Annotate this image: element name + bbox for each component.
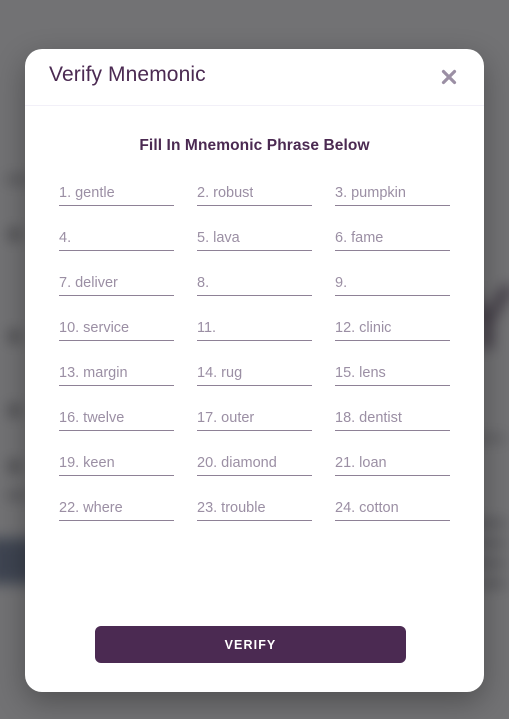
mnemonic-slot-text: 23. trouble — [197, 500, 266, 516]
mnemonic-slot-text: 20. diamond — [197, 455, 277, 471]
mnemonic-slot-text: 5. lava — [197, 230, 240, 246]
mnemonic-slot-10[interactable]: 10. service — [59, 316, 174, 341]
mnemonic-slot-text: 3. pumpkin — [335, 185, 406, 201]
mnemonic-slot-text: 21. loan — [335, 455, 387, 471]
mnemonic-slot-text: 22. where — [59, 500, 123, 516]
mnemonic-slot-21[interactable]: 21. loan — [335, 451, 450, 476]
mnemonic-slot-text: 4. — [59, 230, 72, 246]
mnemonic-slot-text: 11. — [197, 320, 217, 336]
mnemonic-slot-text: 9. — [335, 275, 348, 291]
mnemonic-slot-text: 1. gentle — [59, 185, 115, 201]
mnemonic-slot-12[interactable]: 12. clinic — [335, 316, 450, 341]
mnemonic-slot-text: 13. margin — [59, 365, 128, 381]
mnemonic-slot-23[interactable]: 23. trouble — [197, 496, 312, 521]
mnemonic-slot-text: 14. rug — [197, 365, 243, 381]
mnemonic-slot-text: 16. twelve — [59, 410, 125, 426]
verify-button[interactable]: VERIFY — [95, 626, 406, 663]
mnemonic-slot-13[interactable]: 13. margin — [59, 361, 174, 386]
mnemonic-word-grid: 1. gentle 2. robust 3. pumpkin 4. 5. lav… — [59, 181, 450, 521]
mnemonic-slot-17[interactable]: 17. outer — [197, 406, 312, 431]
mnemonic-slot-24[interactable]: 24. cotton — [335, 496, 450, 521]
mnemonic-slot-15[interactable]: 15. lens — [335, 361, 450, 386]
mnemonic-slot-18[interactable]: 18. dentist — [335, 406, 450, 431]
mnemonic-slot-19[interactable]: 19. keen — [59, 451, 174, 476]
page-title: Verify Mnemonic — [49, 63, 206, 86]
mnemonic-slot-text: 17. outer — [197, 410, 255, 426]
mnemonic-slot-20[interactable]: 20. diamond — [197, 451, 312, 476]
mnemonic-slot-text: 10. service — [59, 320, 130, 336]
mnemonic-slot-22[interactable]: 22. where — [59, 496, 174, 521]
mnemonic-slot-7[interactable]: 7. deliver — [59, 271, 174, 296]
mnemonic-slot-3[interactable]: 3. pumpkin — [335, 181, 450, 206]
mnemonic-slot-6[interactable]: 6. fame — [335, 226, 450, 251]
verify-mnemonic-modal: Verify Mnemonic Fill In Mnemonic Phrase … — [25, 49, 484, 692]
mnemonic-slot-14[interactable]: 14. rug — [197, 361, 312, 386]
mnemonic-slot-1[interactable]: 1. gentle — [59, 181, 174, 206]
mnemonic-slot-8[interactable]: 8. — [197, 271, 312, 296]
mnemonic-slot-2[interactable]: 2. robust — [197, 181, 312, 206]
mnemonic-slot-text: 8. — [197, 275, 210, 291]
modal-header: Verify Mnemonic — [25, 49, 484, 106]
mnemonic-slot-16[interactable]: 16. twelve — [59, 406, 174, 431]
modal-subtitle: Fill In Mnemonic Phrase Below — [139, 137, 370, 154]
mnemonic-slot-11[interactable]: 11. — [197, 316, 312, 341]
close-icon[interactable] — [434, 62, 464, 92]
mnemonic-slot-text: 6. fame — [335, 230, 384, 246]
mnemonic-slot-9[interactable]: 9. — [335, 271, 450, 296]
mnemonic-slot-text: 19. keen — [59, 455, 115, 471]
mnemonic-slot-text: 18. dentist — [335, 410, 402, 426]
mnemonic-slot-text: 7. deliver — [59, 275, 118, 291]
mnemonic-slot-5[interactable]: 5. lava — [197, 226, 312, 251]
mnemonic-slot-4[interactable]: 4. — [59, 226, 174, 251]
mnemonic-slot-text: 24. cotton — [335, 500, 399, 516]
mnemonic-slot-text: 15. lens — [335, 365, 386, 381]
mnemonic-slot-text: 2. robust — [197, 185, 254, 201]
mnemonic-slot-text: 12. clinic — [335, 320, 392, 336]
